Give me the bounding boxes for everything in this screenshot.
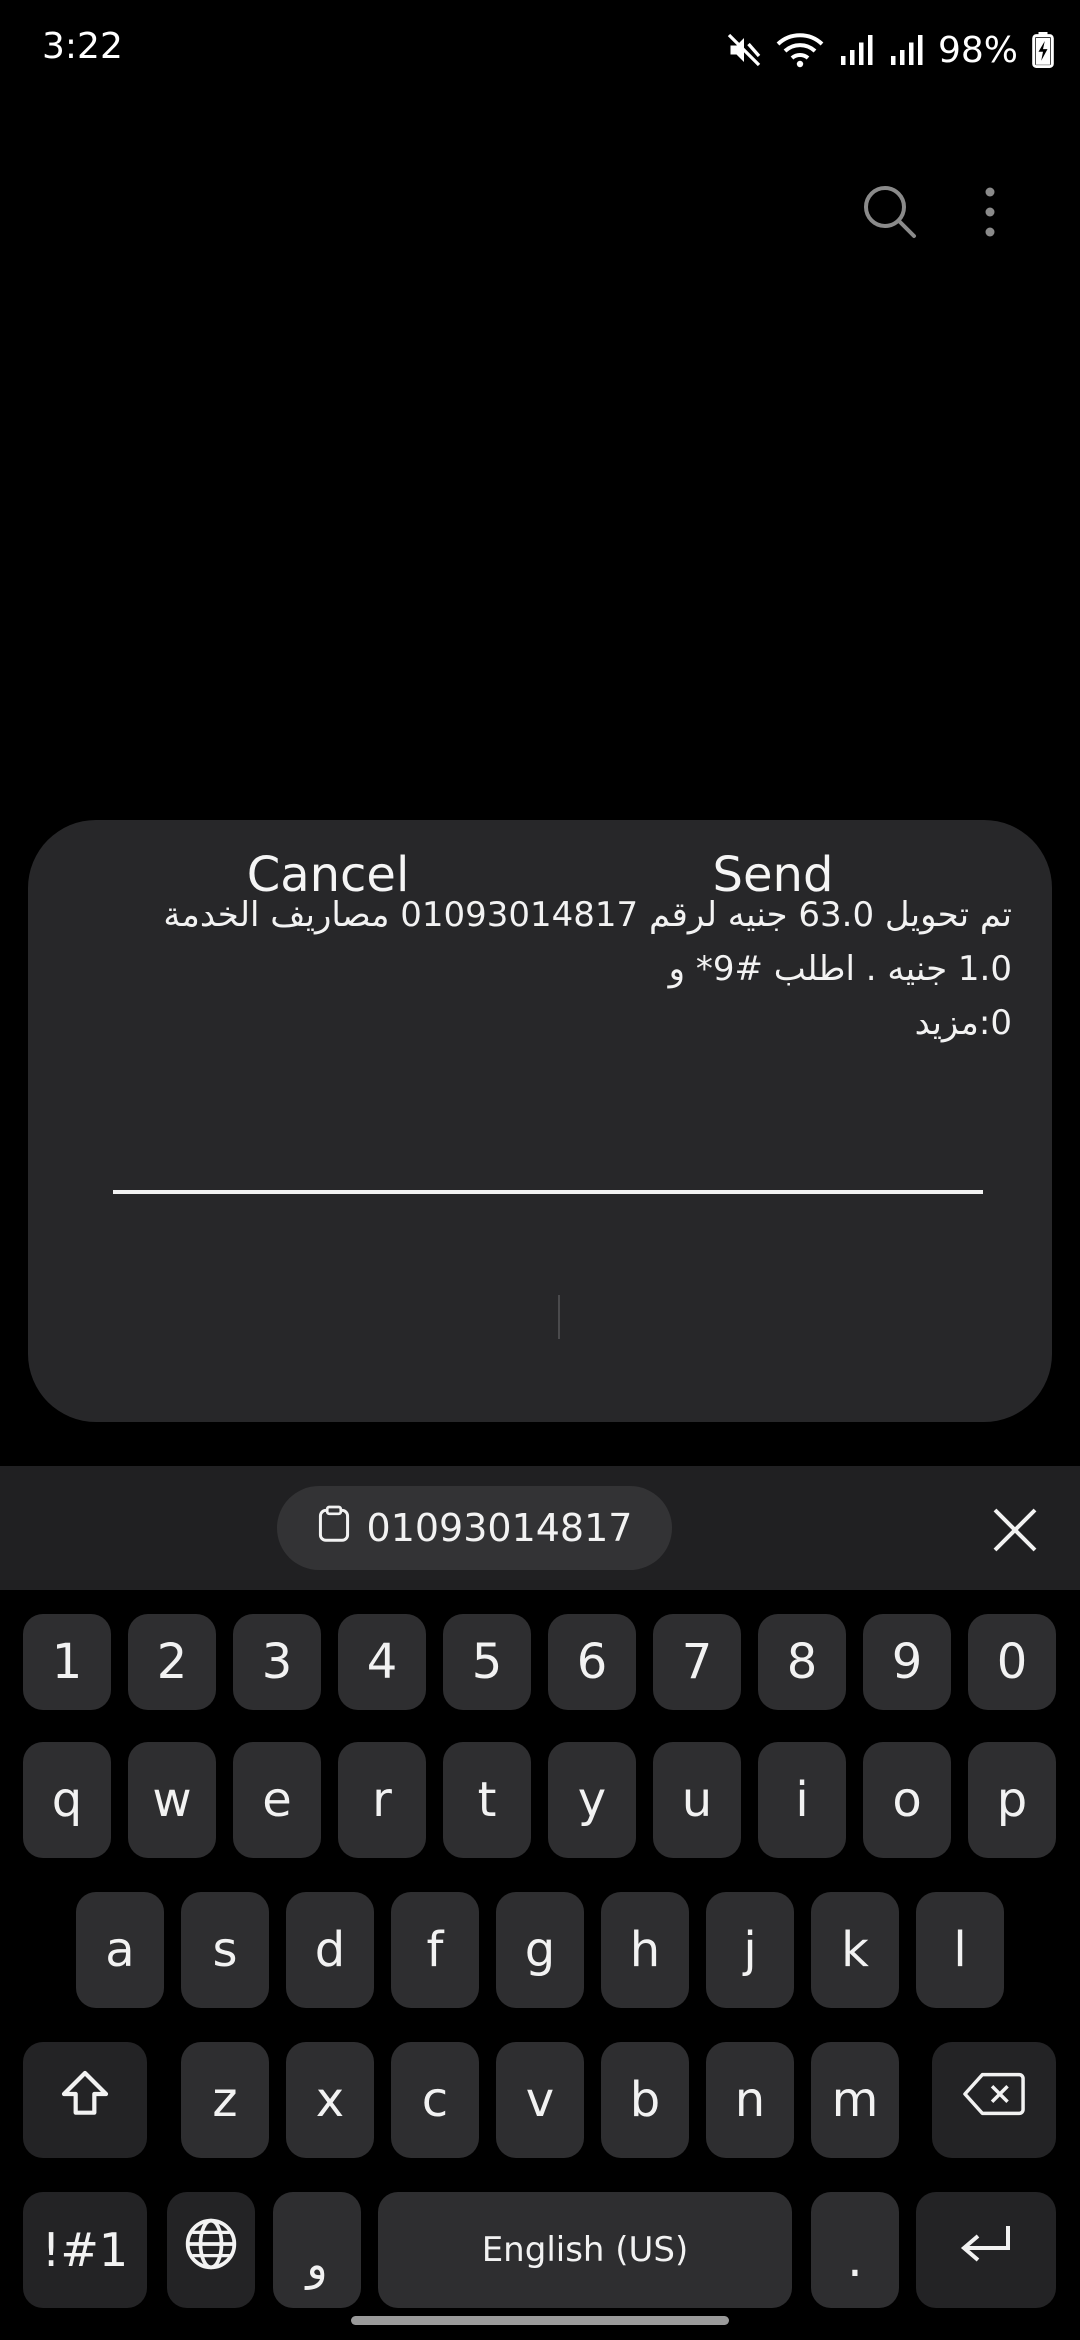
key-u[interactable]: u <box>653 1742 741 1858</box>
key-t[interactable]: t <box>443 1742 531 1858</box>
key-y[interactable]: y <box>548 1742 636 1858</box>
key-n[interactable]: n <box>706 2042 794 2158</box>
key-g[interactable]: g <box>496 1892 584 2008</box>
globe-icon <box>183 2216 239 2284</box>
language-key[interactable] <box>167 2192 255 2308</box>
enter-icon <box>956 2219 1016 2281</box>
status-icons: 98% <box>726 22 1054 78</box>
enter-key[interactable] <box>916 2192 1056 2308</box>
battery-charging-icon <box>1032 32 1054 68</box>
key-i[interactable]: i <box>758 1742 846 1858</box>
clipboard-suggestion-chip[interactable]: 01093014817 <box>277 1486 672 1570</box>
key-o[interactable]: o <box>863 1742 951 1858</box>
button-divider <box>558 1295 560 1339</box>
shift-icon <box>57 2066 113 2134</box>
key-d[interactable]: d <box>286 1892 374 2008</box>
key-e[interactable]: e <box>233 1742 321 1858</box>
keyboard: 01093014817 1 2 3 4 5 6 7 8 9 0 q w e r … <box>0 1466 1080 2340</box>
cancel-button[interactable]: Cancel <box>108 820 548 930</box>
mute-icon <box>726 32 762 68</box>
key-j[interactable]: j <box>706 1892 794 2008</box>
clipboard-suggestion-bar: 01093014817 <box>0 1466 1080 1590</box>
key-3[interactable]: 3 <box>233 1614 321 1710</box>
key-r[interactable]: r <box>338 1742 426 1858</box>
key-area: 1 2 3 4 5 6 7 8 9 0 q w e r t y u i o p … <box>0 1590 1080 2340</box>
clipboard-icon <box>317 1505 351 1552</box>
key-9[interactable]: 9 <box>863 1614 951 1710</box>
key-l[interactable]: l <box>916 1892 1004 2008</box>
ussd-dialog: تم تحويل 63.0 جنيه لرقم 01093014817 مصار… <box>28 820 1052 1422</box>
key-6[interactable]: 6 <box>548 1614 636 1710</box>
shift-key[interactable] <box>23 2042 147 2158</box>
key-8[interactable]: 8 <box>758 1614 846 1710</box>
signal-icon <box>838 32 874 68</box>
period-key-label: . <box>847 2230 863 2288</box>
key-p[interactable]: p <box>968 1742 1056 1858</box>
status-time: 3:22 <box>42 26 123 67</box>
key-5[interactable]: 5 <box>443 1614 531 1710</box>
symbols-key[interactable]: !#1 <box>23 2192 147 2308</box>
space-bar[interactable]: English (US) <box>378 2192 792 2308</box>
key-4[interactable]: 4 <box>338 1614 426 1710</box>
key-f[interactable]: f <box>391 1892 479 2008</box>
key-h[interactable]: h <box>601 1892 689 2008</box>
close-icon[interactable] <box>985 1500 1045 1560</box>
key-7[interactable]: 7 <box>653 1614 741 1710</box>
key-w[interactable]: w <box>128 1742 216 1858</box>
key-s[interactable]: s <box>181 1892 269 2008</box>
key-k[interactable]: k <box>811 1892 899 2008</box>
key-0[interactable]: 0 <box>968 1614 1056 1710</box>
reply-input[interactable] <box>113 1190 983 1194</box>
key-v[interactable]: v <box>496 2042 584 2158</box>
send-button[interactable]: Send <box>553 820 993 930</box>
key-q[interactable]: q <box>23 1742 111 1858</box>
backspace-icon <box>963 2070 1025 2130</box>
signal-icon <box>888 32 924 68</box>
battery-percent: 98% <box>937 29 1018 71</box>
key-m[interactable]: m <box>811 2042 899 2158</box>
gesture-handle[interactable] <box>351 2316 729 2325</box>
search-icon[interactable] <box>858 180 922 244</box>
backspace-key[interactable] <box>932 2042 1056 2158</box>
clipboard-text: 01093014817 <box>366 1506 633 1550</box>
period-key[interactable]: . <box>811 2192 899 2308</box>
status-bar: 3:22 98% <box>0 0 1080 100</box>
wifi-icon <box>776 30 824 70</box>
key-a[interactable]: a <box>76 1892 164 2008</box>
comma-key[interactable]: و <box>273 2192 361 2308</box>
key-2[interactable]: 2 <box>128 1614 216 1710</box>
more-vertical-icon[interactable] <box>958 180 1022 244</box>
key-z[interactable]: z <box>181 2042 269 2158</box>
key-x[interactable]: x <box>286 2042 374 2158</box>
key-1[interactable]: 1 <box>23 1614 111 1710</box>
key-b[interactable]: b <box>601 2042 689 2158</box>
comma-key-label: و <box>306 2239 328 2290</box>
key-c[interactable]: c <box>391 2042 479 2158</box>
